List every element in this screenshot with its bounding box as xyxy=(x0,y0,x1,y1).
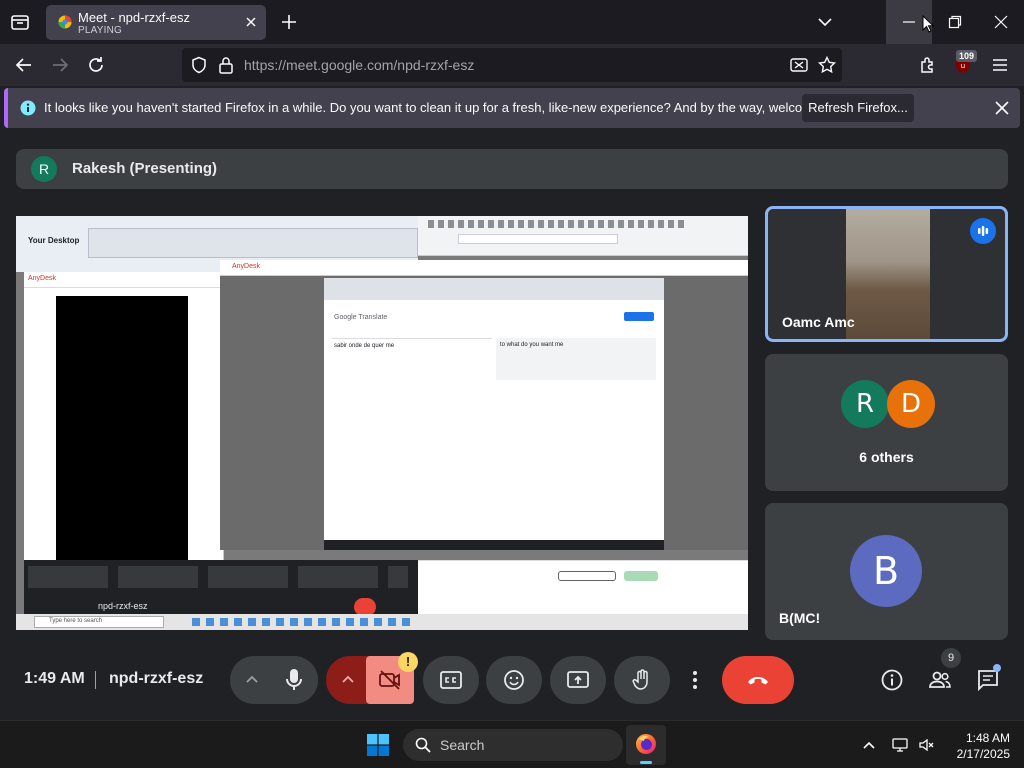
close-notification-icon[interactable] xyxy=(994,100,1010,116)
present-screen-button[interactable] xyxy=(550,656,606,704)
restore-button[interactable] xyxy=(932,0,978,44)
participant-name: B(MC! xyxy=(779,610,821,626)
participant-tile-b[interactable]: B B(MC! xyxy=(765,503,1008,640)
reload-icon[interactable] xyxy=(86,55,106,75)
notification-message: It looks like you haven't started Firefo… xyxy=(44,100,855,115)
captions-button[interactable] xyxy=(423,656,479,704)
navigation-toolbar: https://meet.google.com/npd-rzxf-esz u 1… xyxy=(0,44,1024,86)
active-app-indicator xyxy=(640,761,652,764)
participant-name: Oamc Amc xyxy=(782,314,855,330)
shield-icon[interactable] xyxy=(190,56,208,74)
emoji-reaction-button[interactable] xyxy=(486,656,542,704)
clock-time: 1:48 AM xyxy=(965,731,1010,745)
avatar-r: R xyxy=(841,380,889,428)
address-bar[interactable]: https://meet.google.com/npd-rzxf-esz xyxy=(182,48,842,82)
refresh-firefox-button[interactable]: Refresh Firefox... xyxy=(802,94,914,122)
firefox-icon xyxy=(635,733,657,755)
presenter-name: Rakesh (Presenting) xyxy=(72,160,218,177)
mic-options-chevron-icon[interactable] xyxy=(244,672,260,688)
more-options-button[interactable] xyxy=(678,656,714,704)
anydesk-label-left: AnyDesk xyxy=(28,275,57,282)
back-arrow-icon[interactable] xyxy=(14,55,34,75)
translate-title: Google Translate xyxy=(334,314,388,321)
firefox-taskbar-button[interactable] xyxy=(626,725,666,765)
raise-hand-button[interactable] xyxy=(614,656,670,704)
translate-target-text: to what do you want me xyxy=(500,342,564,348)
microphone-button-group xyxy=(230,656,318,704)
people-count-badge: 9 xyxy=(941,648,961,668)
svg-text:u: u xyxy=(961,62,965,70)
tab-status: PLAYING xyxy=(78,25,123,36)
search-placeholder: Search xyxy=(440,737,485,753)
avatar-b: B xyxy=(850,535,922,607)
info-icon xyxy=(20,100,36,116)
extensions-icon[interactable] xyxy=(918,55,938,75)
network-icon[interactable] xyxy=(892,737,908,753)
bookmark-star-icon[interactable] xyxy=(818,56,836,74)
presenter-bar: R Rakesh (Presenting) xyxy=(16,149,1008,189)
meet-call-area: R Rakesh (Presenting) Your Desktop AnyDe… xyxy=(0,130,1024,720)
translate-source-text: sabir onde de quer me xyxy=(334,343,395,349)
hamburger-menu-icon[interactable] xyxy=(990,55,1010,75)
meeting-details-icon[interactable] xyxy=(880,668,904,692)
camera-options-chevron-icon[interactable] xyxy=(340,672,356,688)
participant-tile-others[interactable]: R D 6 others xyxy=(765,354,1008,491)
meeting-code: npd-rzxf-esz xyxy=(109,670,204,687)
taskbar-search-box[interactable]: Search xyxy=(403,729,623,761)
new-tab-icon[interactable] xyxy=(280,13,298,31)
remote-desktop-label: Your Desktop xyxy=(28,236,80,245)
others-label: 6 others xyxy=(859,449,914,465)
list-all-tabs-icon[interactable] xyxy=(8,11,32,33)
meet-favicon-icon xyxy=(58,15,72,29)
active-tab[interactable]: Meet - npd-rzxf-esz PLAYING xyxy=(46,5,266,40)
chevron-down-icon[interactable] xyxy=(816,14,834,30)
url-text: https://meet.google.com/npd-rzxf-esz xyxy=(244,57,475,73)
camera-warning-badge: ! xyxy=(398,652,418,672)
shared-taskbar-search: Type here to search xyxy=(49,618,103,624)
refresh-notification-bar: It looks like you haven't started Firefo… xyxy=(4,88,1020,128)
search-icon xyxy=(415,737,431,753)
forward-arrow-icon[interactable] xyxy=(50,55,70,75)
system-clock[interactable]: 1:48 AM 2/17/2025 xyxy=(946,730,1010,762)
anydesk-label-main: AnyDesk xyxy=(232,263,261,270)
clock-date: 2/17/2025 xyxy=(956,747,1010,761)
close-window-button[interactable] xyxy=(978,0,1024,44)
show-hidden-icons-chevron-icon[interactable] xyxy=(861,737,877,753)
shared-meet-code: npd-rzxf-esz xyxy=(98,601,148,611)
microphone-button[interactable] xyxy=(270,656,318,704)
tab-title: Meet - npd-rzxf-esz xyxy=(78,10,190,25)
participant-tile-oamc[interactable]: Oamc Amc xyxy=(765,206,1008,342)
volume-muted-icon[interactable] xyxy=(918,737,934,753)
avatar-d: D xyxy=(887,380,935,428)
camera-permission-icon[interactable] xyxy=(790,57,808,73)
windows-start-icon[interactable] xyxy=(367,734,389,756)
leave-call-button[interactable] xyxy=(722,656,794,704)
participant-camera-feed xyxy=(846,209,930,339)
shared-screen-video[interactable]: Your Desktop AnyDesk AnyDesk Google Tran… xyxy=(16,216,748,630)
mouse-cursor-icon xyxy=(922,15,934,33)
presenter-avatar: R xyxy=(31,156,57,182)
close-tab-icon[interactable] xyxy=(244,15,258,29)
meeting-time: 1:49 AM xyxy=(24,670,85,687)
people-icon[interactable] xyxy=(928,668,952,692)
chat-notification-dot xyxy=(993,664,1001,672)
divider xyxy=(95,671,96,689)
extension-badge: 109 xyxy=(956,50,978,62)
windows-taskbar: Search 1:48 AM 2/17/2025 xyxy=(0,720,1024,768)
speaking-indicator-icon xyxy=(970,218,996,244)
tab-strip: Meet - npd-rzxf-esz PLAYING xyxy=(0,0,1024,44)
lock-icon[interactable] xyxy=(218,56,234,74)
